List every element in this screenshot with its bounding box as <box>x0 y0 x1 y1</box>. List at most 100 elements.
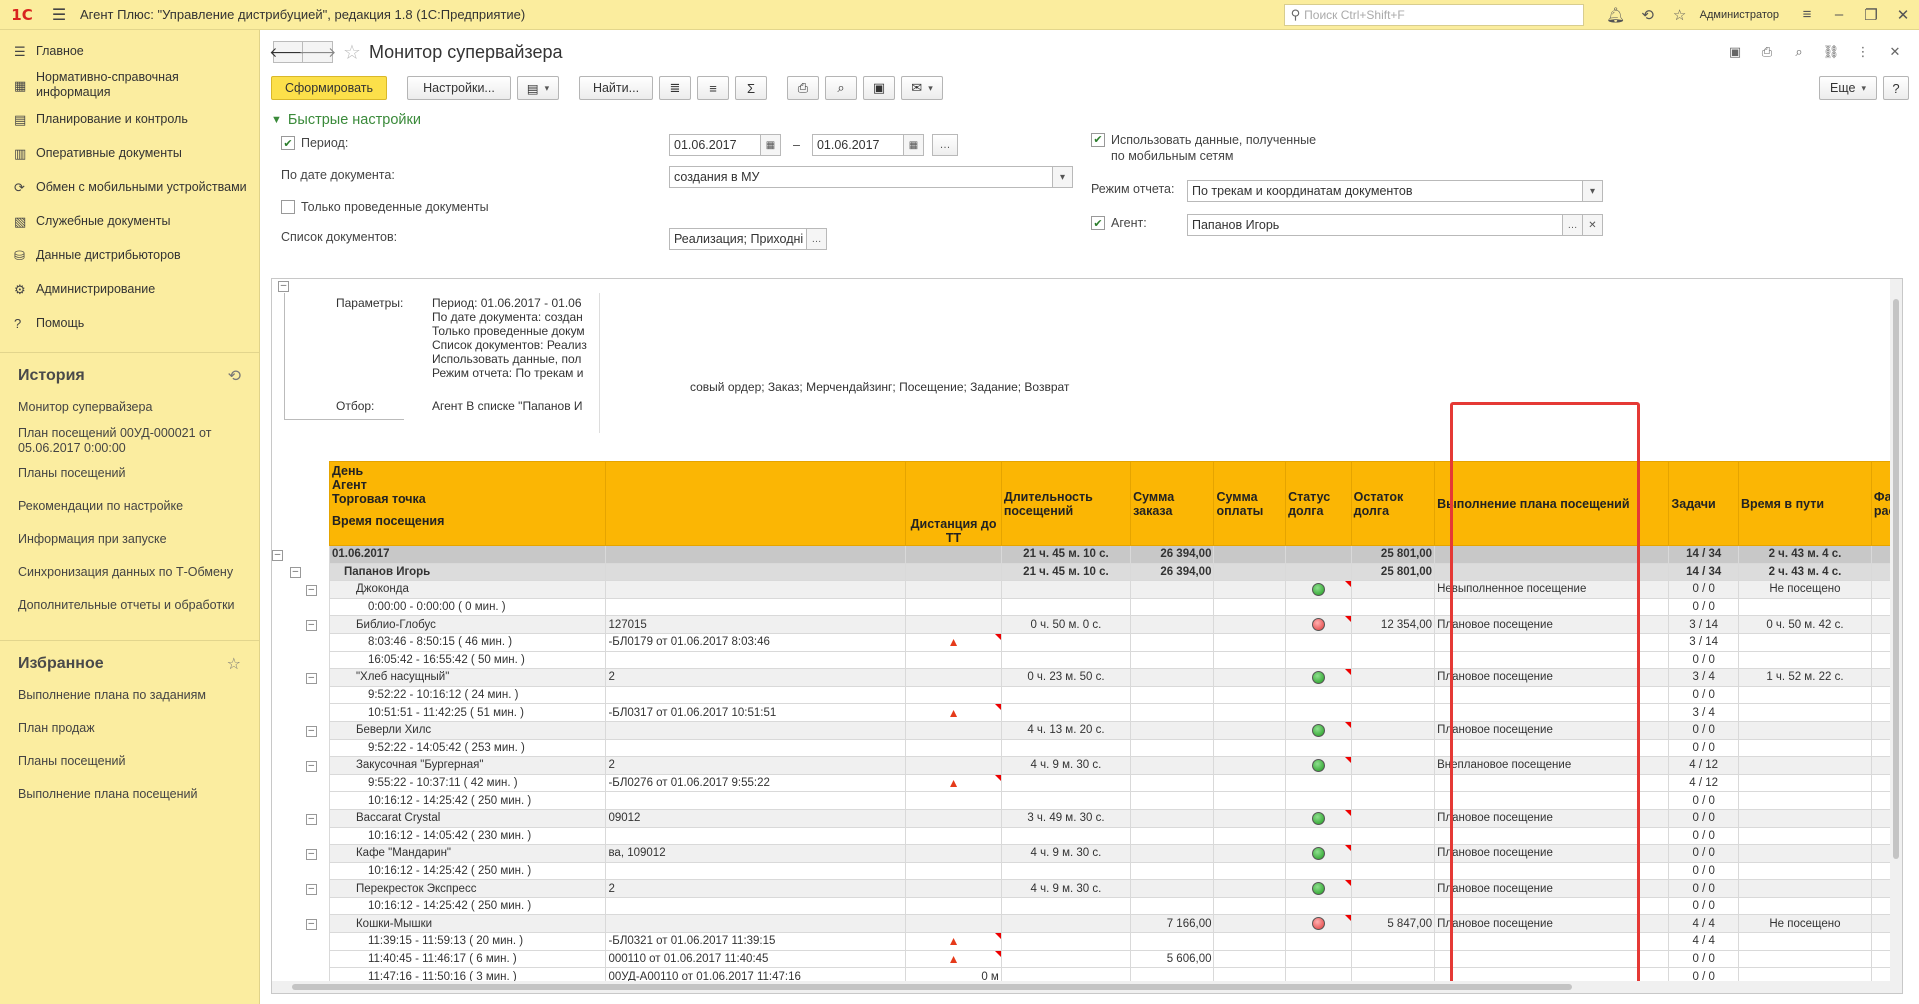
favorite-link[interactable]: План продаж <box>0 712 259 745</box>
favorite-link[interactable]: Планы посещений <box>0 745 259 778</box>
table-row[interactable]: 16:05:42 - 16:55:42 ( 50 мин. ) 0 / 0 <box>272 650 1902 670</box>
horizontal-scrollbar[interactable] <box>272 981 1902 993</box>
close-icon[interactable]: ✕ <box>1887 6 1919 24</box>
history-link[interactable]: Планы посещений <box>0 457 259 490</box>
table-row[interactable]: – Перекресток Экспресс 2 4 ч. 9 м. 30 с. Пла… <box>272 879 1902 898</box>
mode-select[interactable]: По трекам и координатам документов <box>1187 180 1583 202</box>
collapse-icon[interactable]: – <box>289 567 301 579</box>
calendar-icon[interactable]: ▦ <box>761 134 781 156</box>
agent-clear-icon[interactable]: ✕ <box>1583 214 1603 236</box>
quick-settings-title[interactable]: ▼ Быстрые настройки <box>271 110 1909 130</box>
sidebar-item-gear[interactable]: ⚙ Администрирование <box>0 272 259 306</box>
history-link[interactable]: Дополнительные отчеты и обработки <box>0 589 259 622</box>
sidebar-item-documents[interactable]: ▥ Оперативные документы <box>0 136 259 170</box>
doc-list-input[interactable]: Реализация; Приходні <box>669 228 807 250</box>
table-row[interactable]: 9:55:22 - 10:37:11 ( 42 мин. ) -БЛ0276 от… <box>272 773 1902 793</box>
sidebar-item-distributor[interactable]: ⛁ Данные дистрибьюторов <box>0 238 259 272</box>
collapse-params-icon[interactable]: – <box>278 281 289 292</box>
history-icon[interactable]: ⟲ <box>1632 6 1664 24</box>
table-row[interactable]: 11:40:45 - 11:46:17 ( 6 мин. ) 000110 от … <box>272 949 1902 969</box>
history-link[interactable]: План посещений 00УД-000021 от 05.06.2017… <box>0 424 259 457</box>
sum-icon[interactable]: Σ <box>735 76 767 100</box>
history-link[interactable]: Информация при запуске <box>0 523 259 556</box>
collapse-groups-icon[interactable]: ≡ <box>697 76 729 100</box>
preview-icon[interactable]: ⌕ <box>1785 44 1813 60</box>
search-input[interactable]: ⚲ Поиск Ctrl+Shift+F <box>1283 3 1584 26</box>
table-row[interactable]: 9:52:22 - 14:05:42 ( 253 мин. ) 0 / 0 <box>272 738 1902 758</box>
dropdown-arrow-icon[interactable]: ▾ <box>1053 166 1073 188</box>
print-icon[interactable]: ⎙ <box>787 76 819 100</box>
report-spreadsheet[interactable]: – Параметры: Период: 01.06.2017 - 01.06 П… <box>271 278 1903 994</box>
collapse-icon[interactable]: – <box>305 760 317 772</box>
collapse-icon[interactable]: – <box>305 848 317 860</box>
table-row[interactable]: 8:03:46 - 8:50:15 ( 46 мин. ) -БЛ0179 от … <box>272 632 1902 652</box>
period-to-input[interactable]: 01.06.2017 <box>811 134 904 156</box>
by-date-select[interactable]: создания в МУ <box>669 166 1053 188</box>
sidebar-item-service-docs[interactable]: ▧ Служебные документы <box>0 204 259 238</box>
print-icon[interactable]: ⎙ <box>1753 44 1781 60</box>
link-icon[interactable]: ⛓ <box>1817 44 1845 60</box>
table-row[interactable]: – Библио-Глобус 127015 0 ч. 50 м. 0 с. 12 35… <box>272 615 1902 634</box>
restore-icon[interactable]: ❐ <box>1855 6 1887 24</box>
table-row[interactable]: – Baccarat Crystal 09012 3 ч. 49 м. 30 с. Пл… <box>272 808 1902 828</box>
history-link[interactable]: Рекомендации по настройке <box>0 490 259 523</box>
dropdown-arrow-icon[interactable]: ▾ <box>1583 180 1603 202</box>
expand-groups-icon[interactable]: ≣ <box>659 76 691 100</box>
favorites-star-icon[interactable]: ☆ <box>1664 6 1696 24</box>
collapse-icon[interactable]: – <box>305 884 317 896</box>
minimize-icon[interactable]: – <box>1823 6 1855 23</box>
main-menu-icon[interactable]: ☰ <box>44 5 74 25</box>
collapse-icon[interactable]: – <box>305 725 317 737</box>
send-mail-icon[interactable]: ✉ <box>901 76 943 100</box>
history-link[interactable]: Монитор супервайзера <box>0 391 259 424</box>
sidebar-item-exchange[interactable]: ⟳ Обмен с мобильными устройствами <box>0 170 259 204</box>
calendar-icon[interactable]: ▦ <box>903 134 924 156</box>
save-icon[interactable]: ▣ <box>863 76 895 100</box>
table-row[interactable]: 10:16:12 - 14:25:42 ( 250 мин. ) 0 / 0 <box>272 861 1902 881</box>
table-row[interactable]: – Кошки-Мышки 7 166,00 5 847,00 Плановое пос… <box>272 914 1902 934</box>
collapse-icon[interactable]: – <box>305 919 317 931</box>
table-row[interactable]: – Закусочная "Бургерная" 2 4 ч. 9 м. 30 с. В… <box>272 756 1902 775</box>
favorites-star-icon[interactable]: ☆ <box>227 654 241 674</box>
sidebar-item-menu[interactable]: ☰ Главное <box>0 34 259 68</box>
period-checkbox[interactable]: ✔ <box>281 136 295 150</box>
table-row[interactable]: 11:39:15 - 11:59:13 ( 20 мин. ) -БЛ0321 о… <box>272 932 1902 951</box>
table-row[interactable]: – 01.06.2017 21 ч. 45 м. 10 с. 26 394,00 25 … <box>272 545 1902 564</box>
favorite-link[interactable]: Выполнение плана по заданиям <box>0 679 259 712</box>
sidebar-item-reference[interactable]: ▦ Нормативно-справочная информация <box>0 68 259 102</box>
more-button[interactable]: Еще <box>1819 76 1877 100</box>
add-favorite-star-icon[interactable]: ☆ <box>343 40 361 65</box>
sidebar-item-planning[interactable]: ▤ Планирование и контроль <box>0 102 259 136</box>
table-row[interactable]: – Джоконда Невыполненное посещение 0 / 0 Не … <box>272 580 1902 599</box>
collapse-icon[interactable]: – <box>272 549 283 561</box>
period-select-button[interactable]: … <box>931 134 958 156</box>
settings-button[interactable]: Настройки... <box>407 76 511 100</box>
vertical-scrollbar[interactable] <box>1890 279 1902 993</box>
help-button[interactable]: ? <box>1883 76 1909 100</box>
table-row[interactable]: 10:51:51 - 11:42:25 ( 51 мин. ) -БЛ0317 о… <box>272 703 1902 722</box>
collapse-icon[interactable]: – <box>305 620 317 632</box>
table-row[interactable]: 10:16:12 - 14:25:42 ( 250 мин. ) 0 / 0 <box>272 791 1902 810</box>
agent-input[interactable]: Папанов Игорь <box>1187 214 1563 236</box>
variants-dropdown-button[interactable]: ▤ <box>517 76 559 100</box>
use-mobile-checkbox[interactable]: ✔ <box>1091 133 1105 147</box>
table-row[interactable]: – Кафе "Мандарин" ва, 109012 4 ч. 9 м. 30 с… <box>272 844 1902 863</box>
collapse-icon[interactable]: – <box>305 672 317 684</box>
generate-button[interactable]: Сформировать <box>271 76 387 100</box>
agent-select-button[interactable]: … <box>1563 214 1583 236</box>
sidebar-item-help[interactable]: ? Помощь <box>0 306 259 340</box>
table-row[interactable]: 0:00:00 - 0:00:00 ( 0 мин. ) 0 / 0 <box>272 597 1902 617</box>
forward-button[interactable]: 🡒 <box>299 41 336 63</box>
table-row[interactable]: – Беверли Хилс 4 ч. 13 м. 20 с. Плановое по… <box>272 720 1902 740</box>
agent-checkbox[interactable]: ✔ <box>1091 216 1105 230</box>
collapse-icon[interactable]: – <box>305 584 317 596</box>
table-row[interactable]: 9:52:22 - 10:16:12 ( 24 мин. ) 0 / 0 <box>272 685 1902 705</box>
print-preview-icon[interactable]: ⌕ <box>825 76 857 100</box>
table-row[interactable]: – Папанов Игорь 21 ч. 45 м. 10 с. 26 394,00… <box>272 562 1902 582</box>
only-posted-checkbox[interactable] <box>281 200 295 214</box>
save-copy-icon[interactable]: ▣ <box>1721 44 1749 60</box>
doc-list-select-button[interactable]: … <box>807 228 827 250</box>
table-row[interactable]: 10:16:12 - 14:25:42 ( 250 мин. ) 0 / 0 <box>272 896 1902 916</box>
table-row[interactable]: 10:16:12 - 14:05:42 ( 230 мин. ) 0 / 0 <box>272 826 1902 846</box>
settings-menu-icon[interactable]: ≡ <box>1791 6 1823 23</box>
